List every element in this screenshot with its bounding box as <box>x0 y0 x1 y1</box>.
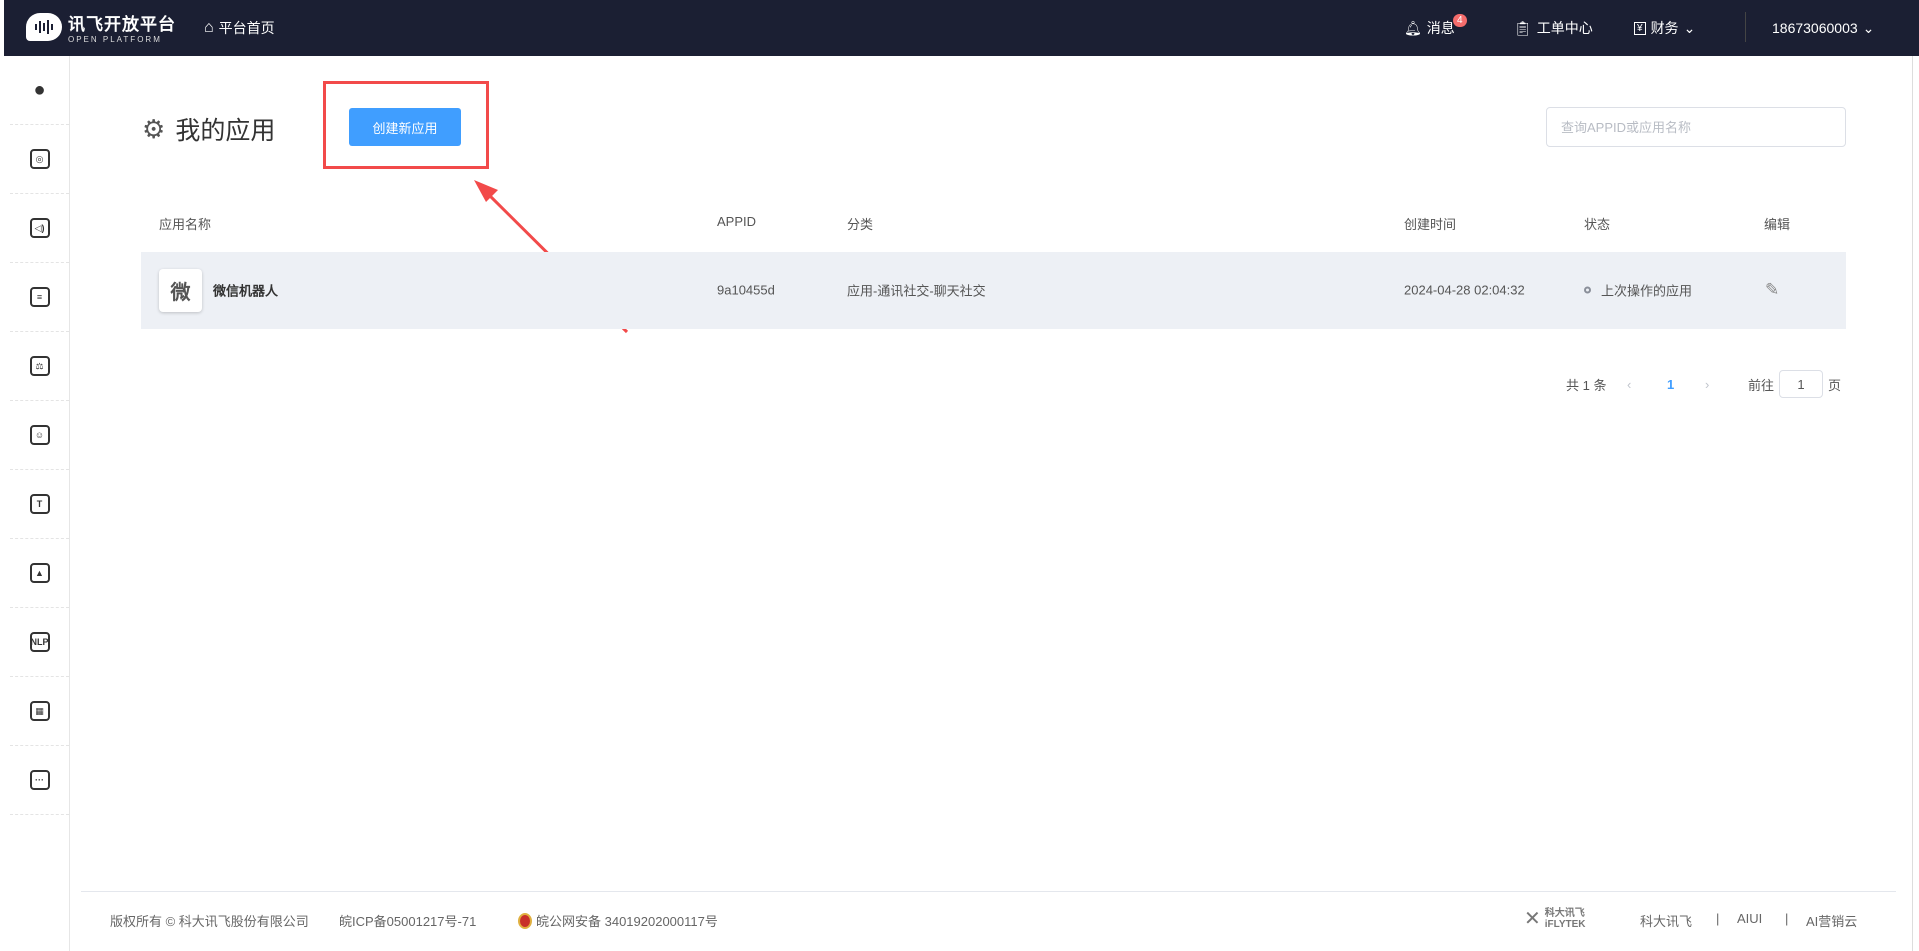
prev-page-icon[interactable]: ‹ <box>1627 372 1631 396</box>
search-input[interactable] <box>1546 107 1846 147</box>
goto-label: 前往 <box>1748 377 1775 393</box>
footer-divider <box>81 891 1896 892</box>
app-icon: 微 <box>159 269 202 312</box>
column-header-name: 应用名称 <box>159 217 212 232</box>
footer-link-iflytek[interactable]: 科大讯飞 <box>1640 911 1692 930</box>
app-appid: 9a10455d <box>717 282 775 298</box>
footer-separator: | <box>1785 911 1789 926</box>
column-header-appid: APPID <box>717 214 757 229</box>
page-number-1[interactable]: 1 <box>1667 372 1674 396</box>
icp-link[interactable]: 皖ICP备05001217号-71 <box>339 911 476 930</box>
next-page-icon[interactable]: › <box>1705 372 1709 396</box>
column-header-status: 状态 <box>1584 217 1611 232</box>
status-text: 上次操作的应用 <box>1601 283 1693 299</box>
column-header-category: 分类 <box>847 217 874 232</box>
app-status: 上次操作的应用 <box>1584 281 1692 300</box>
page-suffix: 页 <box>1828 377 1842 393</box>
pagination-total: 共 1 条 <box>1566 377 1607 393</box>
police-link[interactable]: 皖公网安备 34019202000117号 <box>518 911 718 930</box>
status-dot-icon <box>1584 286 1591 294</box>
edit-pencil-icon[interactable]: ✎ <box>1765 280 1779 300</box>
iflytek-logo-text: 科大讯飞 iFLYTEK <box>1544 907 1586 930</box>
iflytek-x-icon: ✕ <box>1524 908 1541 930</box>
goto-page-input[interactable] <box>1779 370 1823 398</box>
iflytek-logo: ✕ 科大讯飞 iFLYTEK <box>1524 906 1586 931</box>
app-name[interactable]: 微信机器人 <box>213 281 278 300</box>
app-created: 2024-04-28 02:04:32 <box>1404 282 1525 298</box>
footer-link-aiui[interactable]: AIUI <box>1737 911 1762 926</box>
app-category: 应用-通讯社交-聊天社交 <box>847 283 986 299</box>
column-header-created: 创建时间 <box>1404 217 1457 232</box>
column-header-edit: 编辑 <box>1764 217 1791 232</box>
footer-separator: | <box>1716 911 1720 926</box>
police-text: 皖公网安备 34019202000117号 <box>536 914 718 929</box>
police-badge-icon <box>518 912 532 929</box>
copyright: 版权所有 © 科大讯飞股份有限公司 <box>110 914 309 929</box>
footer-link-ai-marketing[interactable]: AI营销云 <box>1806 911 1857 930</box>
